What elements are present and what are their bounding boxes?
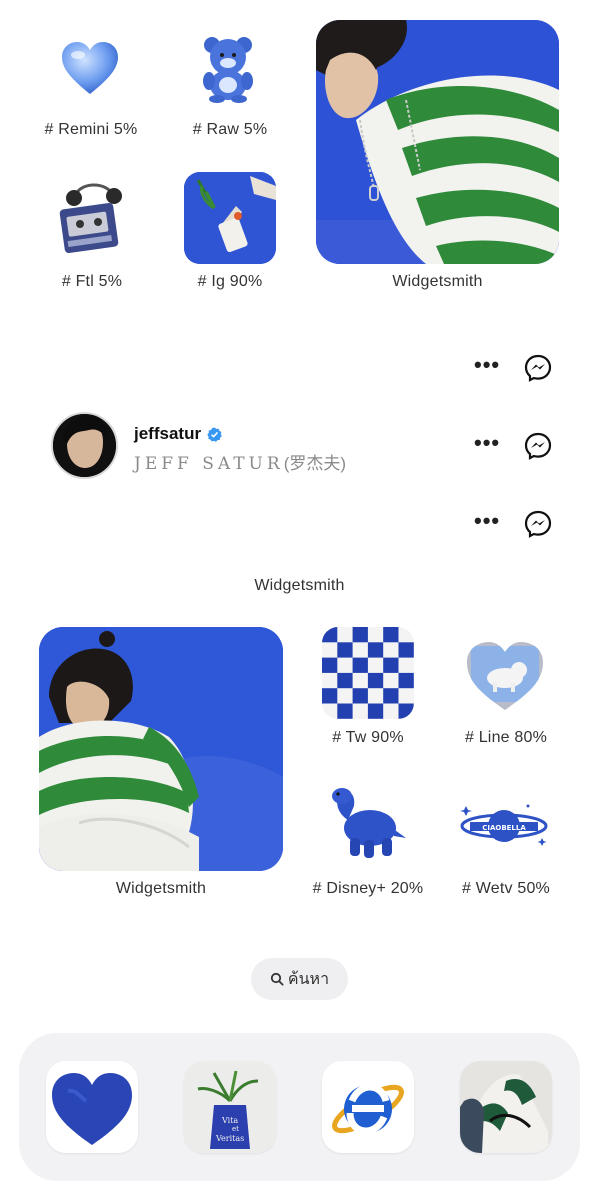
username-row: jeffsatur xyxy=(134,424,222,444)
widgetsmith-label-top: Widgetsmith xyxy=(392,273,483,290)
svg-text:CIAOBELLA: CIAOBELLA xyxy=(482,824,526,832)
sneaker-photo-icon xyxy=(460,1061,552,1153)
internet-explorer-icon xyxy=(322,1061,414,1153)
app-disney-plus-label: # Disney+ 20% xyxy=(312,880,424,897)
display-name-row: JEFF SATUR(罗杰夫) xyxy=(134,449,346,474)
painted-heart-icon xyxy=(46,1061,138,1153)
app-wetv-label: # Wetv 50% xyxy=(462,880,550,897)
verified-badge-icon xyxy=(207,426,222,442)
avatar[interactable] xyxy=(51,412,118,479)
widgetsmith-photo-widget-top[interactable] xyxy=(316,20,559,264)
app-ig[interactable] xyxy=(184,172,276,264)
messenger-icon[interactable] xyxy=(524,432,552,460)
striped-sweater-photo xyxy=(316,20,559,264)
plant-bag-photo-icon xyxy=(184,172,276,264)
more-options-icon[interactable]: ••• xyxy=(474,430,500,456)
app-remini-label: # Remini 5% xyxy=(44,121,138,138)
messenger-icon[interactable] xyxy=(524,354,552,382)
dock-app-1[interactable] xyxy=(46,1061,138,1153)
app-line[interactable] xyxy=(462,637,548,713)
dock-app-3[interactable] xyxy=(322,1061,414,1153)
app-ig-label: # Ig 90% xyxy=(197,273,263,290)
widgetsmith-photo-widget-bottom[interactable] xyxy=(39,627,283,871)
heart-cat-photo-icon xyxy=(467,642,543,710)
heart-glass-icon xyxy=(62,42,118,94)
more-options-icon[interactable]: ••• xyxy=(474,508,500,534)
vita-et-veritas-vase-icon: Vita et Veritas xyxy=(184,1061,276,1153)
sitting-portrait-photo xyxy=(39,627,283,871)
teddy-bear-icon xyxy=(203,37,253,103)
svg-text:et: et xyxy=(232,1125,239,1133)
search-icon xyxy=(270,972,284,986)
app-remini[interactable] xyxy=(58,36,122,100)
app-tw[interactable] xyxy=(322,627,414,719)
widgetsmith-label-bottom: Widgetsmith xyxy=(115,880,207,897)
cassette-player-icon xyxy=(59,183,122,254)
plush-dinosaur-icon xyxy=(332,788,406,858)
profile-photo xyxy=(53,414,116,477)
svg-text:Veritas: Veritas xyxy=(215,1134,244,1143)
search-label: ค้นหา xyxy=(287,970,330,988)
more-options-icon[interactable]: ••• xyxy=(474,352,500,378)
dock-app-2[interactable]: Vita et Veritas xyxy=(184,1061,276,1153)
dock-app-4[interactable] xyxy=(460,1061,552,1153)
username[interactable]: jeffsatur xyxy=(134,424,201,444)
display-name: JEFF SATUR xyxy=(134,454,284,474)
checkerboard-icon xyxy=(322,627,414,719)
app-disney-plus[interactable] xyxy=(322,782,414,862)
app-ftl-label: # Ftl 5% xyxy=(61,273,123,290)
app-wetv[interactable]: CIAOBELLA xyxy=(458,796,550,856)
search-pill[interactable]: ค้นหา xyxy=(251,958,348,1000)
app-raw-label: # Raw 5% xyxy=(192,121,268,138)
app-tw-label: # Tw 90% xyxy=(332,729,404,746)
app-raw[interactable] xyxy=(192,32,264,104)
app-ftl[interactable] xyxy=(52,178,132,258)
planet-logo-icon: CIAOBELLA xyxy=(460,804,548,846)
display-name-suffix: (罗杰夫) xyxy=(283,454,347,473)
app-line-label: # Line 80% xyxy=(464,729,548,746)
svg-text:Vita: Vita xyxy=(221,1116,238,1125)
widgetsmith-label-middle: Widgetsmith xyxy=(254,577,345,594)
messenger-icon[interactable] xyxy=(524,510,552,538)
